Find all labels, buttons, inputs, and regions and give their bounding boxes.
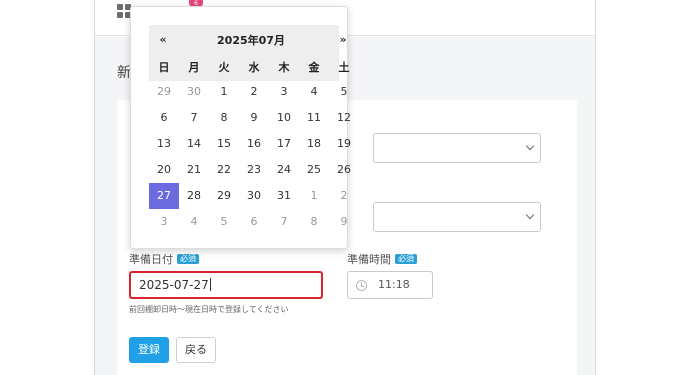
day-cell[interactable]: 11 bbox=[299, 105, 329, 131]
day-cell[interactable]: 9 bbox=[239, 105, 269, 131]
day-cell[interactable]: 2 bbox=[239, 79, 269, 105]
time-label-row: 準備時間 必須 bbox=[347, 251, 417, 267]
day-cell[interactable]: 3 bbox=[149, 209, 179, 235]
day-cell[interactable]: 7 bbox=[179, 105, 209, 131]
day-cell[interactable]: 31 bbox=[269, 183, 299, 209]
time-input[interactable]: 11:18 bbox=[347, 271, 433, 299]
select-field-2[interactable] bbox=[373, 202, 541, 232]
next-month-button[interactable]: » bbox=[333, 33, 353, 46]
day-cell[interactable]: 8 bbox=[209, 105, 239, 131]
day-cell[interactable]: 17 bbox=[269, 131, 299, 157]
required-badge: 必須 bbox=[395, 254, 417, 264]
day-cell[interactable]: 13 bbox=[149, 131, 179, 157]
day-cell[interactable]: 14 bbox=[179, 131, 209, 157]
day-cell[interactable]: 8 bbox=[299, 209, 329, 235]
apps-grid-icon[interactable] bbox=[117, 4, 131, 18]
day-cell[interactable]: 5 bbox=[329, 79, 359, 105]
time-input-value: 11:18 bbox=[378, 278, 410, 291]
weekday-header-fri: 金 bbox=[308, 61, 320, 74]
chevron-down-icon bbox=[525, 210, 535, 220]
day-cell[interactable]: 2 bbox=[329, 183, 359, 209]
chevron-down-icon bbox=[525, 141, 535, 151]
day-cell[interactable]: 12 bbox=[329, 105, 359, 131]
day-cell-selected[interactable]: 27 bbox=[149, 183, 179, 209]
day-cell[interactable]: 9 bbox=[329, 209, 359, 235]
day-cell[interactable]: 15 bbox=[209, 131, 239, 157]
weekday-header-wed: 水 bbox=[248, 61, 260, 74]
day-cell[interactable]: 1 bbox=[299, 183, 329, 209]
weekday-header-mon: 月 bbox=[188, 61, 200, 74]
back-button[interactable]: 戻る bbox=[176, 337, 216, 363]
day-cell[interactable]: 6 bbox=[149, 105, 179, 131]
datepicker-popup: « 2025年07月 » 日月火水木金土 29 30 1 2 3 4 5 6 7 8 9 10 11 12 1… bbox=[130, 6, 351, 249]
day-cell[interactable]: 29 bbox=[149, 79, 179, 105]
weekday-header-tue: 火 bbox=[218, 61, 230, 74]
day-cell[interactable]: 28 bbox=[179, 183, 209, 209]
day-cell[interactable]: 4 bbox=[179, 209, 209, 235]
day-cell[interactable]: 18 bbox=[299, 131, 329, 157]
day-cell[interactable]: 5 bbox=[209, 209, 239, 235]
day-cell[interactable]: 23 bbox=[239, 157, 269, 183]
select-field-1[interactable] bbox=[373, 133, 541, 163]
date-input-value: 2025-07-27 bbox=[139, 278, 209, 292]
weekday-header-sun: 日 bbox=[158, 61, 170, 74]
date-label-row: 準備日付 必須 bbox=[129, 251, 199, 267]
register-button[interactable]: 登録 bbox=[129, 337, 169, 363]
day-cell[interactable]: 20 bbox=[149, 157, 179, 183]
weekday-header-thu: 木 bbox=[278, 61, 290, 74]
clock-icon bbox=[356, 280, 367, 291]
day-cell[interactable]: 4 bbox=[299, 79, 329, 105]
day-cell[interactable]: 19 bbox=[329, 131, 359, 157]
day-cell[interactable]: 22 bbox=[209, 157, 239, 183]
day-cell[interactable]: 21 bbox=[179, 157, 209, 183]
day-cell[interactable]: 26 bbox=[329, 157, 359, 183]
day-cell[interactable]: 30 bbox=[239, 183, 269, 209]
day-cell[interactable]: 16 bbox=[239, 131, 269, 157]
required-badge: 必須 bbox=[177, 254, 199, 264]
text-caret bbox=[209, 278, 211, 291]
weekday-header-sat: 土 bbox=[338, 61, 350, 74]
day-cell[interactable]: 25 bbox=[299, 157, 329, 183]
day-cell[interactable]: 3 bbox=[269, 79, 299, 105]
day-cell[interactable]: 24 bbox=[269, 157, 299, 183]
date-input[interactable]: 2025-07-27 bbox=[129, 271, 323, 299]
time-label: 準備時間 bbox=[347, 253, 391, 266]
day-cell[interactable]: 30 bbox=[179, 79, 209, 105]
day-cell[interactable]: 29 bbox=[209, 183, 239, 209]
date-label: 準備日付 bbox=[129, 253, 173, 266]
page-title: 新 bbox=[117, 65, 131, 81]
prev-month-button[interactable]: « bbox=[153, 33, 173, 46]
date-helper-text: 前回棚卸日時〜現在日時で登録してください bbox=[129, 305, 289, 314]
day-cell[interactable]: 7 bbox=[269, 209, 299, 235]
day-cell[interactable]: 10 bbox=[269, 105, 299, 131]
day-cell[interactable]: 1 bbox=[209, 79, 239, 105]
datepicker-month-title[interactable]: 2025年07月 bbox=[191, 32, 311, 48]
day-cell[interactable]: 6 bbox=[239, 209, 269, 235]
